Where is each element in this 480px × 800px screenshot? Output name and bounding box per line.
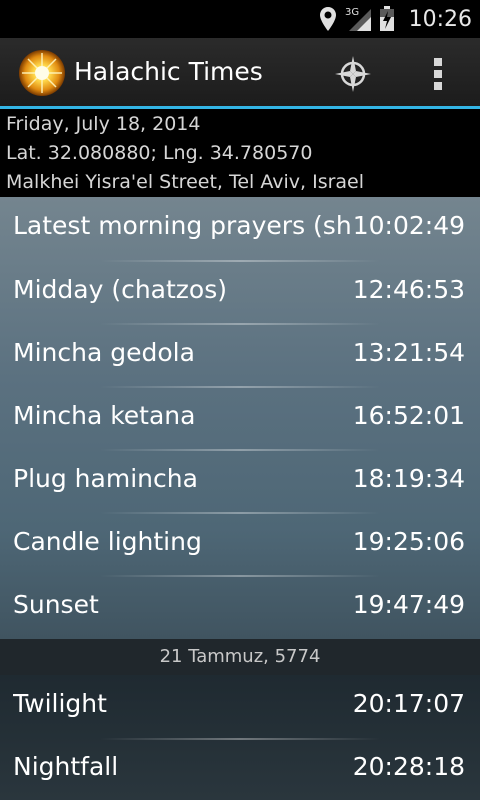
time-value: 19:47:49 [352,590,465,619]
time-label: Sunset [13,590,99,619]
time-value: 18:19:34 [352,464,465,493]
overflow-menu-icon[interactable] [420,54,456,94]
time-row-mincha-gedola[interactable]: Mincha gedola 13:21:54 [0,324,480,387]
time-value: 19:25:06 [352,527,465,556]
battery-icon [379,6,394,31]
current-date: Friday, July 18, 2014 [6,113,201,135]
time-label: Twilight [13,689,107,718]
time-label: Plug hamincha [13,464,198,493]
status-time: 10:26 [408,6,472,32]
app-title: Halachic Times [74,57,263,86]
time-row-twilight[interactable]: Twilight 20:17:07 [0,675,480,738]
hebrew-date-divider: 21 Tammuz, 5774 [0,639,480,675]
time-label: Latest morning prayers (shacharis) [13,211,351,240]
compass-icon[interactable] [333,54,373,94]
signal-icon: 3G [345,7,371,31]
location-header[interactable]: Friday, July 18, 2014 Lat. 32.080880; Ln… [0,109,480,197]
time-label: Mincha ketana [13,401,196,430]
hebrew-date: 21 Tammuz, 5774 [159,646,321,667]
time-row-plug-hamincha[interactable]: Plug hamincha 18:19:34 [0,450,480,513]
time-row-nightfall[interactable]: Nightfall 20:28:18 [0,738,480,800]
time-row-candle-lighting[interactable]: Candle lighting 19:25:06 [0,513,480,576]
time-value: 20:17:07 [352,689,465,718]
sun-icon[interactable] [18,49,66,97]
action-bar: Halachic Times [0,38,480,106]
address: Malkhei Yisra'el Street, Tel Aviv, Israe… [6,171,365,193]
location-icon [319,7,336,31]
time-value: 16:52:01 [352,401,465,430]
time-row-chatzos[interactable]: Midday (chatzos) 12:46:53 [0,261,480,324]
time-value: 20:28:18 [352,752,465,781]
time-value: 13:21:54 [352,338,465,367]
times-list: Latest morning prayers (shacharis) 10:02… [0,197,480,800]
time-row-mincha-ketana[interactable]: Mincha ketana 16:52:01 [0,387,480,450]
time-label: Nightfall [13,752,119,781]
network-type: 3G [345,7,359,18]
after-sunset-section: Twilight 20:17:07 Nightfall 20:28:18 [0,675,480,800]
time-row-sunset[interactable]: Sunset 19:47:49 [0,576,480,639]
time-label: Candle lighting [13,527,202,556]
time-label: Midday (chatzos) [13,275,227,304]
time-label: Mincha gedola [13,338,195,367]
time-row-shacharis[interactable]: Latest morning prayers (shacharis) 10:02… [0,197,480,260]
time-value: 10:02:49 [352,211,465,240]
status-bar: 3G 10:26 [0,0,480,38]
time-value: 12:46:53 [352,275,465,304]
status-icons: 3G 10:26 [319,0,472,38]
coordinates: Lat. 32.080880; Lng. 34.780570 [6,142,313,164]
